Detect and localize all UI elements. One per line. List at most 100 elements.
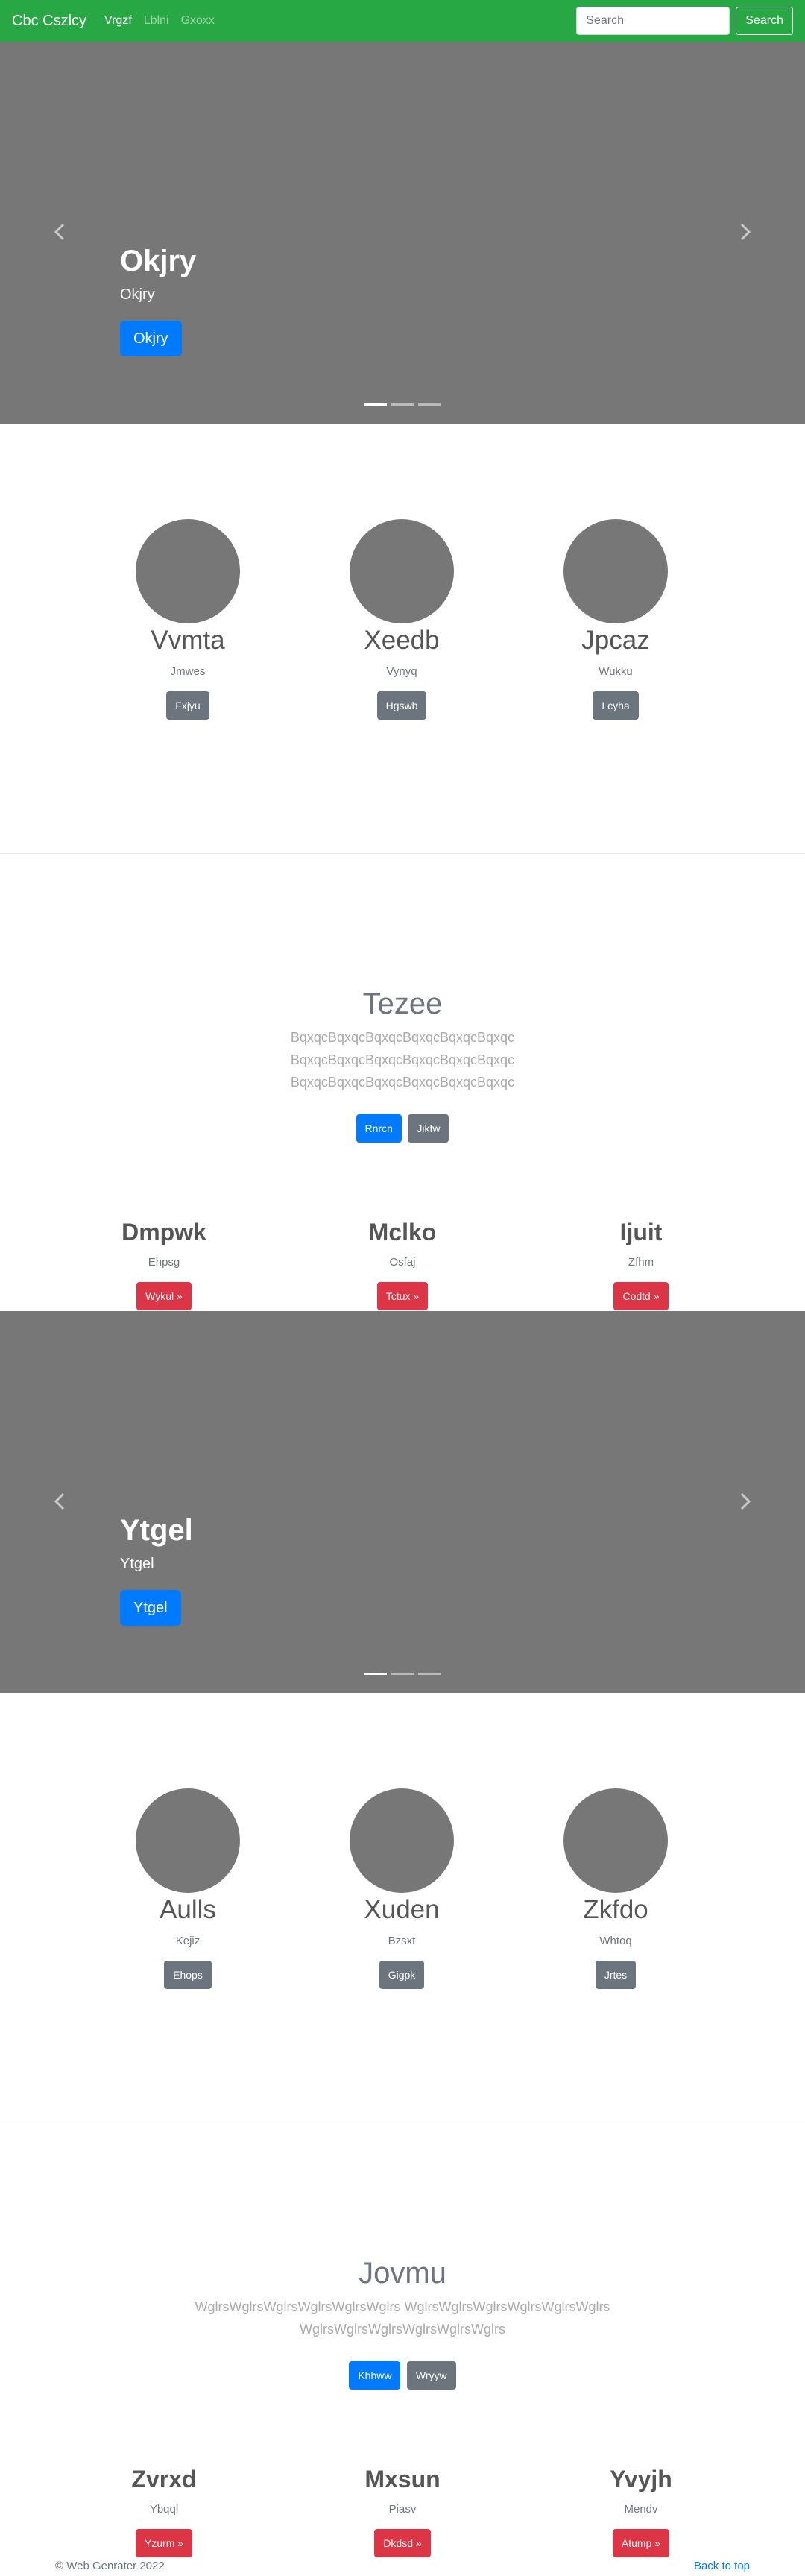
feature-subtitle: Wukku	[599, 665, 633, 678]
section-heading: Tezee	[362, 987, 443, 1020]
feature-subtitle: Kejiz	[175, 1935, 201, 1947]
column-subtitle: Ehpsg	[148, 1256, 180, 1269]
feature-button[interactable]: Hgswb	[376, 691, 427, 720]
feature-name: Vvmta	[151, 626, 225, 655]
search-button[interactable]: Search	[736, 7, 793, 35]
carousel-indicator[interactable]	[391, 403, 414, 406]
section-buttons: Rnrcn Jikfw	[0, 1114, 805, 1143]
section-lead-text: BqxqcBqxqcBqxqcBqxqcBqxqcBqxqc BqxqcBqxq…	[0, 1026, 805, 1093]
nav-link-vrgzf[interactable]: Vrgzf	[104, 14, 132, 28]
carousel-next-button[interactable]	[733, 1490, 756, 1512]
feature-image	[136, 1788, 240, 1893]
column-subtitle: Mendv	[624, 2503, 658, 2516]
carousel-caption: Ytgel Ytgel	[120, 1512, 193, 1573]
carousel-indicator[interactable]	[418, 403, 441, 406]
carousel-prev-button[interactable]	[49, 221, 72, 243]
carousel-indicators	[0, 1673, 805, 1675]
heading-section-2: Jovmu WglrsWglrsWglrsWglrsWglrsWglrs Wgl…	[0, 2255, 805, 2390]
carousel-indicator[interactable]	[418, 1673, 441, 1675]
column-card: Zvrxd Ybqql Yzurm »	[30, 2464, 298, 2557]
primary-button[interactable]: Rnrcn	[356, 1114, 402, 1143]
feature-card: Jpcaz Wukku Lcyha	[504, 519, 727, 720]
lead-line: WglrsWglrsWglrsWglrsWglrsWglrs	[300, 2322, 505, 2337]
feature-name: Aulls	[160, 1895, 216, 1924]
carousel-indicator[interactable]	[364, 1673, 387, 1675]
feature-card: Vvmta Jmwes Fxjyu	[76, 519, 300, 720]
lead-line: BqxqcBqxqcBqxqcBqxqcBqxqcBqxqc	[290, 1030, 515, 1045]
column-title: Ijuit	[619, 1219, 663, 1245]
feature-subtitle: Bzsxt	[388, 1935, 416, 1947]
feature-image	[136, 519, 240, 623]
section-divider	[0, 853, 805, 854]
column-button[interactable]: Codtd »	[613, 1282, 669, 1310]
carousel-cta-button[interactable]: Ytgel	[120, 1590, 181, 1626]
carousel-indicator[interactable]	[364, 403, 387, 406]
chevron-right-icon	[740, 1492, 751, 1510]
column-subtitle: Osfaj	[389, 1256, 416, 1269]
navbar-brand[interactable]: Cbc Cszlcy	[12, 13, 86, 30]
column-card: Dmpwk Ehpsg Wykul »	[30, 1217, 298, 1310]
column-subtitle: Piasv	[388, 2503, 417, 2516]
carousel-subtitle: Ytgel	[120, 1556, 154, 1572]
search-form: Search	[576, 7, 793, 35]
column-title: Mclko	[368, 1219, 437, 1245]
nav-link-gxoxx[interactable]: Gxoxx	[181, 14, 215, 28]
column-title: Dmpwk	[121, 1219, 206, 1245]
column-subtitle: Zfhm	[628, 1256, 654, 1269]
nav-link-lblni[interactable]: Lblni	[144, 14, 169, 28]
feature-card: Zkfdo Whtoq Jrtes	[504, 1788, 727, 1989]
feature-image	[564, 1788, 668, 1893]
nav-links: Vrgzf Lblni Gxoxx	[104, 14, 227, 28]
feature-button[interactable]: Fxjyu	[166, 691, 209, 720]
feature-subtitle: Jmwes	[170, 665, 206, 678]
heading-section-1: Tezee BqxqcBqxqcBqxqcBqxqcBqxqcBqxqc Bqx…	[0, 986, 805, 1143]
feature-name: Xuden	[364, 1895, 440, 1924]
column-button[interactable]: Yzurm »	[135, 2529, 193, 2557]
carousel-indicators	[0, 403, 805, 406]
feature-image	[350, 519, 454, 623]
carousel-prev-button[interactable]	[49, 1490, 72, 1512]
lead-line: BqxqcBqxqcBqxqcBqxqcBqxqcBqxqc	[290, 1075, 515, 1090]
column-card: Mxsun Piasv Dkdsd »	[268, 2464, 537, 2557]
feature-subtitle: Vynyq	[386, 665, 417, 678]
column-title: Zvrxd	[131, 2466, 197, 2492]
feature-name: Xeedb	[364, 626, 440, 655]
carousel-cta-button[interactable]: Okjry	[120, 321, 182, 356]
column-button[interactable]: Dkdsd »	[374, 2529, 431, 2557]
feature-button[interactable]: Jrtes	[595, 1961, 637, 1989]
primary-button[interactable]: Khhww	[349, 2361, 401, 2390]
section-buttons: Khhww Wryyw	[0, 2361, 805, 2390]
column-button[interactable]: Wykul »	[136, 1282, 192, 1310]
back-to-top-link[interactable]: Back to top	[694, 2560, 750, 2572]
carousel-caption: Okjry Okjry	[120, 243, 196, 304]
column-button[interactable]: Tctux »	[376, 1282, 429, 1310]
column-subtitle: Ybqql	[149, 2503, 179, 2516]
column-title: Yvyjh	[610, 2466, 672, 2492]
footer-copyright: © Web Genrater 2022	[55, 2560, 165, 2572]
search-input[interactable]	[576, 7, 730, 35]
feature-name: Jpcaz	[581, 626, 650, 655]
column-button[interactable]: Atump »	[612, 2529, 670, 2557]
feature-card: Xeedb Vynyq Hgswb	[290, 519, 514, 720]
section-heading: Jovmu	[359, 2257, 446, 2290]
feature-card: Aulls Kejiz Ehops	[76, 1788, 300, 1989]
carousel-2: Ytgel Ytgel Ytgel	[0, 1311, 805, 1693]
feature-button[interactable]: Gigpk	[379, 1961, 425, 1989]
feature-image	[564, 519, 668, 623]
secondary-button[interactable]: Jikfw	[408, 1114, 449, 1143]
section-lead-text: WglrsWglrsWglrsWglrsWglrsWglrs WglrsWglr…	[0, 2296, 805, 2340]
carousel-title: Ytgel	[120, 1514, 193, 1547]
chevron-left-icon	[54, 1492, 65, 1510]
column-card: Yvyjh Mendv Atump »	[507, 2464, 775, 2557]
carousel-subtitle: Okjry	[120, 286, 155, 303]
chevron-right-icon	[740, 223, 751, 241]
lead-line: BqxqcBqxqcBqxqcBqxqcBqxqcBqxqc	[290, 1052, 515, 1067]
feature-card: Xuden Bzsxt Gigpk	[290, 1788, 514, 1989]
secondary-button[interactable]: Wryyw	[406, 2361, 456, 2390]
carousel-next-button[interactable]	[733, 221, 756, 243]
feature-image	[350, 1788, 454, 1893]
feature-button[interactable]: Ehops	[164, 1961, 212, 1989]
feature-button[interactable]: Lcyha	[593, 691, 639, 720]
feature-name: Zkfdo	[583, 1895, 648, 1924]
carousel-indicator[interactable]	[391, 1673, 414, 1675]
